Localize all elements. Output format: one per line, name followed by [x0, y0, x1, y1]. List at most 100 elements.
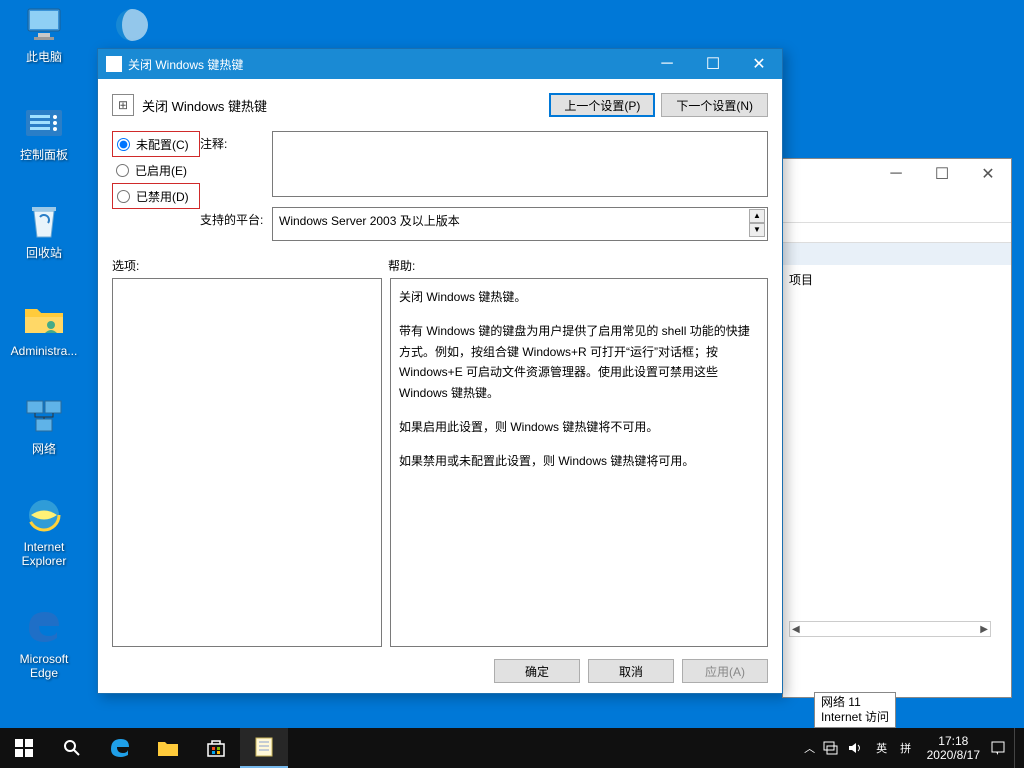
next-setting-button[interactable]: 下一个设置(N) [661, 93, 768, 117]
options-label: 选项: [112, 257, 388, 274]
bg-address-bar[interactable] [783, 223, 1011, 243]
ie-icon [23, 494, 65, 536]
help-paragraph: 如果禁用或未配置此设置，则 Windows 键热键将可用。 [399, 451, 759, 471]
maximize-button[interactable]: ☐ [919, 159, 965, 189]
desktop-icon-browser[interactable] [94, 4, 170, 50]
windows-icon [15, 739, 33, 757]
tray-ime2[interactable]: 拼 [895, 740, 917, 756]
desktop-icon-label: 网络 [6, 442, 82, 456]
desktop-icon-recycle-bin[interactable]: 回收站 [6, 200, 82, 260]
tray-volume-icon[interactable] [847, 741, 869, 755]
monitor-icon [23, 4, 65, 46]
close-button[interactable]: ✕ [965, 159, 1011, 189]
taskbar-store[interactable] [192, 728, 240, 768]
apply-button[interactable]: 应用(A) [682, 659, 768, 683]
header-row: ⊞ 关闭 Windows 键热键 上一个设置(P) 下一个设置(N) [112, 93, 768, 117]
panels: 关闭 Windows 键热键。 带有 Windows 键的键盘为用户提供了启用常… [112, 278, 768, 647]
radio-enabled[interactable]: 已启用(E) [112, 157, 200, 183]
tray-time: 17:18 [927, 734, 980, 748]
desktop-icon-label: 此电脑 [6, 50, 82, 64]
desktop-icon-ie[interactable]: Internet Explorer [6, 494, 82, 568]
cancel-button[interactable]: 取消 [588, 659, 674, 683]
close-button[interactable]: ✕ [736, 49, 782, 79]
titlebar[interactable]: 关闭 Windows 键热键 ─ ☐ ✕ [98, 49, 782, 79]
minimize-button[interactable]: ─ [644, 49, 690, 79]
desktop-icon-control-panel[interactable]: 控制面板 [6, 102, 82, 162]
ok-button[interactable]: 确定 [494, 659, 580, 683]
taskbar: ︿ 英 拼 17:18 2020/8/17 [0, 728, 1024, 768]
notepad-icon [254, 736, 274, 758]
recycle-bin-icon [23, 200, 65, 242]
taskbar-edge[interactable] [96, 728, 144, 768]
desktop-icon-this-pc[interactable]: 此电脑 [6, 4, 82, 64]
help-label: 帮助: [388, 257, 415, 274]
desktop-icon-label: Administra... [6, 344, 82, 358]
globe-icon [111, 4, 153, 46]
comment-row: 注释: [200, 131, 768, 197]
policy-dialog: 关闭 Windows 键热键 ─ ☐ ✕ ⊞ 关闭 Windows 键热键 上一… [97, 48, 783, 694]
comment-input[interactable] [272, 131, 768, 197]
desktop-icon-label: Internet Explorer [6, 540, 82, 568]
radio-label: 已启用(E) [135, 162, 187, 179]
horizontal-scrollbar[interactable]: ◀▶ [789, 621, 991, 637]
folder-user-icon [23, 298, 65, 340]
tray-network-icon[interactable] [823, 741, 845, 755]
platform-spinner[interactable]: ▲▼ [749, 209, 765, 237]
tray-notifications-icon[interactable] [990, 740, 1012, 756]
radio-disabled-input[interactable] [117, 190, 130, 203]
desktop-icon-label: Microsoft Edge [6, 652, 82, 680]
help-paragraph: 关闭 Windows 键热键。 [399, 287, 759, 307]
radio-enabled-input[interactable] [116, 164, 129, 177]
window-icon [106, 56, 122, 72]
radio-not-configured-input[interactable] [117, 138, 130, 151]
background-window[interactable]: ─ ☐ ✕ 项目 ◀▶ [782, 158, 1012, 698]
bg-item-label: 项目 [789, 273, 813, 287]
show-desktop-button[interactable] [1014, 728, 1020, 768]
spin-up-icon[interactable]: ▲ [749, 209, 765, 223]
policy-title: 关闭 Windows 键热键 [142, 96, 543, 115]
radio-not-configured[interactable]: 未配置(C) [112, 131, 200, 157]
window-title: 关闭 Windows 键热键 [128, 56, 644, 73]
right-column: 注释: 支持的平台: Windows Server 2003 及以上版本 ▲▼ [200, 131, 768, 241]
button-row: 确定 取消 应用(A) [112, 647, 768, 683]
minimize-button[interactable]: ─ [873, 159, 919, 189]
edge-icon [23, 606, 65, 648]
tray-date: 2020/8/17 [927, 748, 980, 762]
desktop-icon-label: 控制面板 [6, 148, 82, 162]
previous-setting-button[interactable]: 上一个设置(P) [549, 93, 655, 117]
desktop-icon-network[interactable]: 网络 [6, 396, 82, 456]
desktop-icon-label: 回收站 [6, 246, 82, 260]
bg-toolbar [783, 189, 1011, 223]
edge-icon [109, 737, 131, 759]
platform-label: 支持的平台: [200, 207, 272, 228]
network-tooltip: 网络 11 Internet 访问 [814, 692, 896, 728]
tray-overflow-icon[interactable]: ︿ [799, 740, 821, 756]
platform-box: Windows Server 2003 及以上版本 ▲▼ [272, 207, 768, 241]
radio-disabled[interactable]: 已禁用(D) [112, 183, 200, 209]
bg-titlebar[interactable]: ─ ☐ ✕ [783, 159, 1011, 189]
tray-clock[interactable]: 17:18 2020/8/17 [919, 734, 988, 762]
tooltip-line: 网络 11 [821, 695, 889, 710]
help-panel: 关闭 Windows 键热键。 带有 Windows 键的键盘为用户提供了启用常… [390, 278, 768, 647]
tray-ime[interactable]: 英 [871, 740, 893, 756]
maximize-button[interactable]: ☐ [690, 49, 736, 79]
start-button[interactable] [0, 728, 48, 768]
spin-down-icon[interactable]: ▼ [749, 223, 765, 237]
store-icon [206, 738, 226, 758]
desktop-icon-administrator[interactable]: Administra... [6, 298, 82, 358]
panel-labels: 选项: 帮助: [112, 257, 768, 274]
search-icon [63, 739, 81, 757]
platform-value: Windows Server 2003 及以上版本 [279, 214, 460, 228]
radio-label: 已禁用(D) [136, 188, 189, 205]
network-icon [23, 396, 65, 438]
bg-column-header[interactable] [783, 243, 1011, 265]
radio-label: 未配置(C) [136, 136, 189, 153]
desktop-icon-edge[interactable]: Microsoft Edge [6, 606, 82, 680]
platform-row: 支持的平台: Windows Server 2003 及以上版本 ▲▼ [200, 207, 768, 241]
taskbar-notepad[interactable] [240, 728, 288, 768]
folder-icon [157, 738, 179, 758]
options-panel [112, 278, 382, 647]
system-tray: ︿ 英 拼 17:18 2020/8/17 [799, 728, 1024, 768]
taskbar-explorer[interactable] [144, 728, 192, 768]
search-button[interactable] [48, 728, 96, 768]
